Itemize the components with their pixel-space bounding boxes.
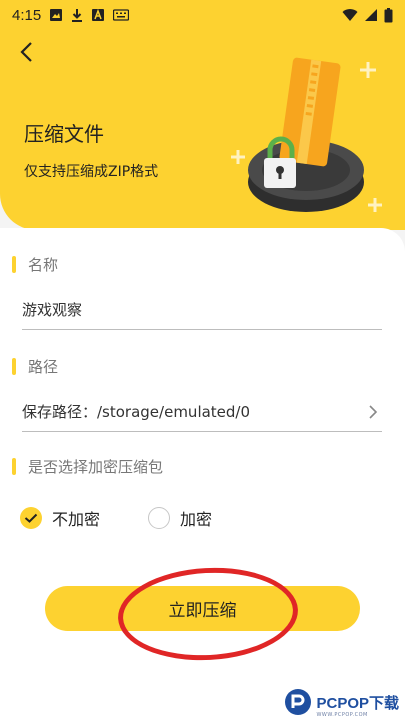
status-bar: 4:15: [0, 0, 405, 30]
section-marker: [12, 256, 16, 273]
compress-now-label: 立即压缩: [168, 601, 237, 621]
pcpop-logo-icon: [285, 689, 312, 715]
save-path-value: 保存路径：/storage/emulated/0: [22, 403, 251, 421]
chevron-right-icon: [369, 404, 378, 419]
path-label-text: 路径: [28, 358, 59, 376]
watermark-text: PCPOP下载: [316, 694, 399, 712]
encryption-label: 加密: [180, 510, 213, 529]
app-notification-icon: [92, 8, 105, 21]
compress-now-button[interactable]: 立即压缩: [45, 586, 360, 631]
header-panel: 压缩文件 仅支持压缩成ZIP格式: [0, 30, 405, 230]
watermark-subtext: WWW.PCPOP.COM: [316, 712, 368, 718]
page-subtitle: 仅支持压缩成ZIP格式: [24, 164, 159, 180]
zip-lock-illustration: [231, 57, 382, 212]
status-notification-icons: [49, 8, 130, 22]
path-section-label: 路径: [12, 356, 58, 377]
name-label-text: 名称: [28, 256, 59, 274]
section-marker: [12, 458, 16, 475]
signal-icon: [365, 9, 377, 21]
no-encryption-option[interactable]: 不加密: [20, 506, 100, 530]
encrypt-label-text: 是否选择加密压缩包: [28, 458, 164, 476]
status-time: 4:15: [12, 6, 42, 24]
name-section-label: 名称: [12, 254, 58, 275]
save-path-selector[interactable]: 保存路径：/storage/emulated/0: [22, 392, 382, 432]
image-notification-icon: [50, 9, 63, 21]
encryption-option[interactable]: 加密: [148, 506, 212, 530]
status-system-icons: [342, 7, 393, 23]
page-title: 压缩文件: [24, 122, 104, 146]
download-notification-icon: [72, 9, 83, 22]
name-input-value: 游戏观察: [22, 301, 83, 319]
wifi-icon: [342, 9, 358, 21]
radio-unchecked-icon: [148, 507, 171, 529]
pcpop-watermark: PCPOP下载 WWW.PCPOP.COM: [284, 688, 399, 718]
form-card: 名称 游戏观察 路径 保存路径：/storage/emulated/0 是否选择…: [0, 228, 405, 720]
radio-checked-icon: [20, 507, 42, 529]
name-input[interactable]: 游戏观察: [22, 290, 382, 330]
encryption-options: 不加密 加密: [20, 506, 212, 530]
battery-icon: [384, 7, 393, 22]
chevron-left-icon: [20, 42, 32, 62]
keyboard-notification-icon: [113, 9, 130, 21]
back-button[interactable]: [12, 38, 40, 66]
encrypt-section-label: 是否选择加密压缩包: [12, 456, 163, 477]
section-marker: [12, 358, 16, 375]
no-encryption-label: 不加密: [52, 510, 101, 529]
